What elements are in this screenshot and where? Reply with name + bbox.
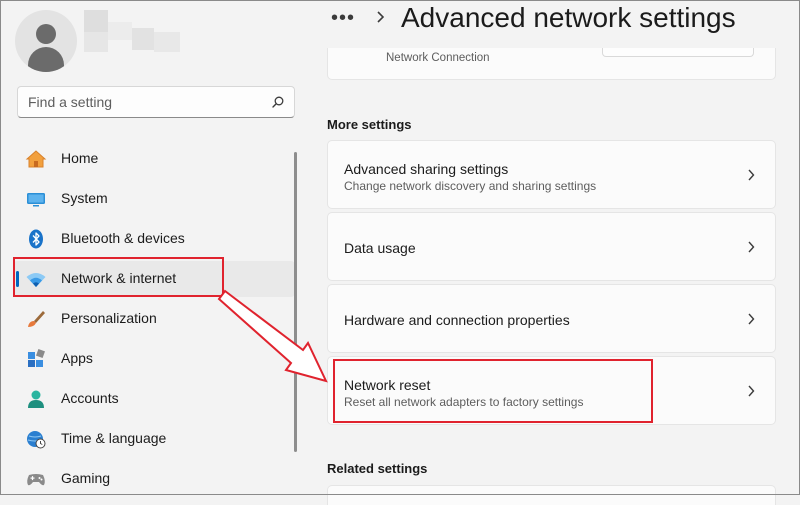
apps-icon xyxy=(28,349,45,367)
related-settings-card[interactable] xyxy=(327,485,776,505)
sidebar-item-label: System xyxy=(61,190,108,206)
section-title-related-settings: Related settings xyxy=(327,461,428,476)
bluetooth-icon xyxy=(29,229,43,249)
sidebar-item-system[interactable]: System xyxy=(13,181,295,217)
wifi-icon xyxy=(26,273,46,287)
search-box[interactable] xyxy=(17,86,295,118)
card-title: Advanced sharing settings xyxy=(344,161,509,177)
sidebar-item-label: Apps xyxy=(61,350,93,366)
breadcrumb-more-icon[interactable]: ••• xyxy=(331,7,355,30)
sidebar-item-label: Network & internet xyxy=(61,270,177,286)
search-icon xyxy=(272,96,284,108)
chevron-right-icon xyxy=(748,385,755,397)
card-subtitle: Network Connection xyxy=(386,52,490,64)
system-icon xyxy=(27,193,45,207)
sidebar-item-time-language[interactable]: Time & language xyxy=(13,421,295,457)
sidebar-item-gaming[interactable]: Gaming xyxy=(13,461,295,497)
sidebar-item-personalization[interactable]: Personalization xyxy=(13,301,295,337)
sidebar-item-label: Home xyxy=(61,150,99,166)
section-title-more-settings: More settings xyxy=(327,117,412,132)
sidebar-scrollbar[interactable] xyxy=(294,152,297,452)
advanced-sharing-settings-item[interactable]: Advanced sharing settings Change network… xyxy=(327,140,776,209)
search-input[interactable] xyxy=(28,87,258,117)
card-title: Network reset xyxy=(344,377,431,393)
card-description: Reset all network adapters to factory se… xyxy=(344,395,584,409)
sidebar-item-bluetooth[interactable]: Bluetooth & devices xyxy=(13,221,295,257)
sidebar-item-apps[interactable]: Apps xyxy=(13,341,295,377)
home-icon xyxy=(25,150,47,168)
card-description: Change network discovery and sharing set… xyxy=(344,179,597,193)
clock-globe-icon xyxy=(27,431,46,449)
hardware-connection-properties-item[interactable]: Hardware and connection properties xyxy=(327,284,776,353)
sidebar-item-home[interactable]: Home xyxy=(13,141,295,177)
card-title: Hardware and connection properties xyxy=(344,312,570,328)
sidebar-item-accounts[interactable]: Accounts xyxy=(13,381,295,417)
user-name-redacted xyxy=(84,10,180,54)
chevron-right-icon xyxy=(748,169,755,181)
selected-indicator xyxy=(16,271,19,287)
card-title: Data usage xyxy=(344,240,416,256)
sidebar-item-label: Bluetooth & devices xyxy=(61,230,185,246)
chevron-right-icon xyxy=(748,313,755,325)
chevron-right-icon xyxy=(748,241,755,253)
sidebar-item-network[interactable]: Network & internet xyxy=(13,261,295,297)
gamepad-icon xyxy=(27,474,45,486)
sidebar-item-label: Time & language xyxy=(61,430,167,446)
data-usage-item[interactable]: Data usage xyxy=(327,212,776,281)
brush-icon xyxy=(28,311,45,327)
sidebar-item-label: Accounts xyxy=(61,390,119,406)
accounts-icon xyxy=(28,390,44,408)
network-reset-item[interactable]: Network reset Reset all network adapters… xyxy=(327,356,776,425)
sidebar-item-label: Personalization xyxy=(61,310,157,326)
chevron-right-icon xyxy=(377,11,385,23)
page-title: Advanced network settings xyxy=(401,2,736,33)
sidebar-item-label: Gaming xyxy=(61,470,111,486)
user-avatar[interactable] xyxy=(15,10,77,72)
